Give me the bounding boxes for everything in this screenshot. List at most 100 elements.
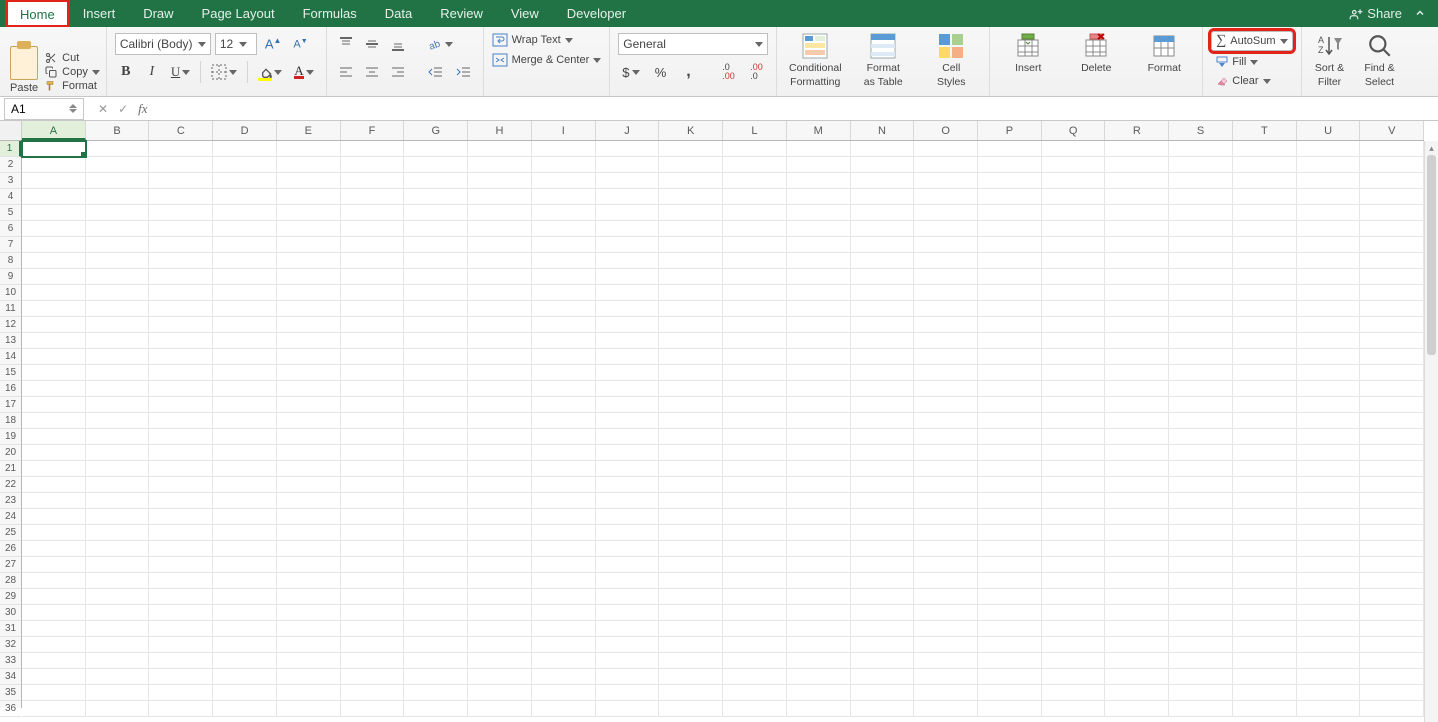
cell[interactable] (723, 621, 787, 637)
cell[interactable] (404, 541, 468, 557)
row-header[interactable]: 22 (0, 477, 21, 493)
cell[interactable] (914, 285, 978, 301)
cut-button[interactable]: Cut (44, 52, 100, 64)
cell[interactable] (404, 605, 468, 621)
cell[interactable] (532, 141, 596, 157)
cell[interactable] (851, 557, 915, 573)
cell[interactable] (596, 541, 660, 557)
cell[interactable] (851, 685, 915, 701)
cell[interactable] (1169, 365, 1233, 381)
cell[interactable] (1169, 685, 1233, 701)
cell[interactable] (1042, 301, 1106, 317)
row-header[interactable]: 6 (0, 221, 21, 237)
cell[interactable] (22, 557, 86, 573)
cell[interactable] (1042, 605, 1106, 621)
cell[interactable] (596, 253, 660, 269)
cell[interactable] (914, 653, 978, 669)
cell[interactable] (659, 637, 723, 653)
cell[interactable] (1105, 477, 1169, 493)
cell[interactable] (1233, 525, 1297, 541)
cell[interactable] (851, 157, 915, 173)
cell[interactable] (341, 173, 405, 189)
cell[interactable] (149, 445, 213, 461)
row-header[interactable]: 4 (0, 189, 21, 205)
cell[interactable] (1297, 509, 1361, 525)
cell[interactable] (22, 493, 86, 509)
cell[interactable] (851, 669, 915, 685)
format-cells-button[interactable]: Format (1134, 31, 1194, 75)
cell[interactable] (468, 701, 532, 717)
cell[interactable] (1169, 653, 1233, 669)
cell[interactable] (1169, 509, 1233, 525)
cell[interactable] (596, 301, 660, 317)
cell[interactable] (787, 413, 851, 429)
cell[interactable] (787, 461, 851, 477)
cell[interactable] (468, 493, 532, 509)
cell[interactable] (851, 285, 915, 301)
cell[interactable] (1297, 205, 1361, 221)
cell[interactable] (1360, 237, 1424, 253)
cell[interactable] (149, 461, 213, 477)
cell-styles-button[interactable]: Cell Styles (921, 31, 981, 88)
cell[interactable] (914, 541, 978, 557)
cell[interactable] (341, 509, 405, 525)
cell[interactable] (723, 413, 787, 429)
cell[interactable] (1233, 157, 1297, 173)
cell[interactable] (1360, 461, 1424, 477)
cell[interactable] (22, 381, 86, 397)
cell[interactable] (1169, 605, 1233, 621)
cell[interactable] (914, 573, 978, 589)
cell[interactable] (341, 461, 405, 477)
font-color-button[interactable]: A (290, 61, 317, 83)
copy-button[interactable]: Copy (44, 66, 100, 78)
autosum-button[interactable]: ∑ AutoSum (1211, 31, 1292, 51)
cell[interactable] (1233, 333, 1297, 349)
cell[interactable] (851, 637, 915, 653)
decrease-indent-button[interactable] (423, 61, 447, 83)
row-header[interactable]: 30 (0, 605, 21, 621)
cell[interactable] (1169, 445, 1233, 461)
cell[interactable] (659, 141, 723, 157)
wrap-text-button[interactable]: Wrap Text (492, 33, 602, 47)
cell[interactable] (149, 413, 213, 429)
cell[interactable] (86, 349, 150, 365)
cell[interactable] (851, 317, 915, 333)
cell[interactable] (596, 509, 660, 525)
tab-draw[interactable]: Draw (129, 0, 187, 27)
underline-button[interactable]: U (167, 61, 194, 83)
cell[interactable] (596, 413, 660, 429)
cell[interactable] (1042, 221, 1106, 237)
cell[interactable] (1297, 317, 1361, 333)
cell[interactable] (22, 637, 86, 653)
cell[interactable] (1297, 141, 1361, 157)
cell[interactable] (1042, 461, 1106, 477)
row-header[interactable]: 10 (0, 285, 21, 301)
cell[interactable] (1169, 669, 1233, 685)
cell[interactable] (22, 365, 86, 381)
row-header[interactable]: 7 (0, 237, 21, 253)
cell[interactable] (532, 253, 596, 269)
cell[interactable] (1042, 253, 1106, 269)
cell[interactable] (213, 669, 277, 685)
cell[interactable] (532, 557, 596, 573)
cell[interactable] (86, 669, 150, 685)
cell[interactable] (86, 621, 150, 637)
cell[interactable] (468, 445, 532, 461)
cell[interactable] (787, 205, 851, 221)
cell[interactable] (404, 365, 468, 381)
column-header[interactable]: E (277, 121, 341, 140)
number-format-combo[interactable]: General (618, 33, 768, 55)
cell[interactable] (787, 285, 851, 301)
cell[interactable] (277, 461, 341, 477)
column-header[interactable]: G (404, 121, 468, 140)
cell[interactable] (659, 269, 723, 285)
cell[interactable] (149, 637, 213, 653)
cell[interactable] (723, 157, 787, 173)
cell[interactable] (1169, 141, 1233, 157)
cell[interactable] (341, 333, 405, 349)
cell[interactable] (914, 701, 978, 717)
cell[interactable] (213, 349, 277, 365)
cell[interactable] (596, 157, 660, 173)
clear-button[interactable]: Clear (1211, 73, 1292, 89)
cell[interactable] (1297, 221, 1361, 237)
